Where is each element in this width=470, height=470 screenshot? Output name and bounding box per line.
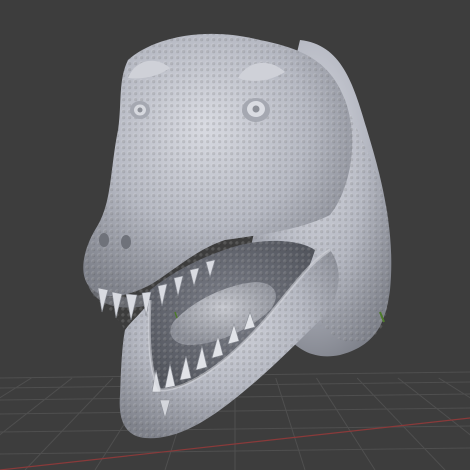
grid-column-line [275, 377, 306, 470]
grid-column-line [316, 377, 376, 470]
viewport-canvas[interactable] [0, 0, 470, 470]
right-nostril [121, 235, 131, 249]
3d-viewport[interactable] [0, 0, 470, 470]
left-eye [130, 101, 150, 119]
grid-column-line [24, 377, 114, 470]
grid-column-line [0, 377, 32, 399]
grid-column-line [0, 377, 73, 436]
grid-column-line [356, 377, 446, 470]
grid-column-line [397, 377, 470, 436]
trex-head-model[interactable] [83, 33, 392, 439]
left-nostril [99, 233, 109, 247]
grid-column-line [438, 377, 470, 399]
right-eye [242, 98, 270, 122]
